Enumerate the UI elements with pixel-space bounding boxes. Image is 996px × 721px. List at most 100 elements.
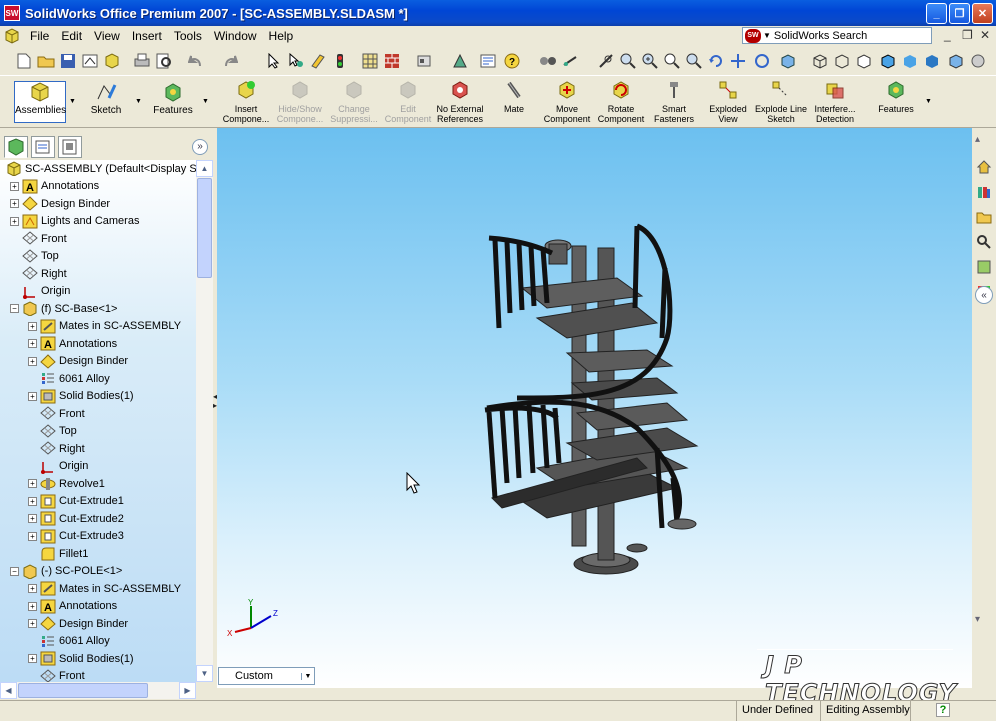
tree-item[interactable]: − (-) SC-POLE<1> [10,563,122,580]
hide-show-components-button[interactable]: Hide/Show Compone... [271,80,329,124]
expand-icon[interactable]: + [28,339,37,348]
restore-icon[interactable]: ❐ [949,3,970,24]
menu-tools[interactable]: Tools [168,29,208,43]
expand-icon[interactable]: + [10,199,19,208]
expand-icon[interactable]: + [28,496,37,506]
assembly-doc-icon[interactable] [4,28,20,44]
print-preview-icon[interactable] [154,51,174,71]
tab-features[interactable]: Features [150,81,196,123]
spiral-staircase-model[interactable] [217,128,972,688]
tree-item[interactable]: Fillet1 [28,545,88,562]
tab-sketch[interactable]: Sketch [84,81,128,123]
tree-item[interactable]: Top [28,423,77,440]
tree-item[interactable]: + Design Binder [28,615,128,632]
file-explorer-icon[interactable] [975,208,993,226]
doc-minimize-icon[interactable]: _ [944,28,951,42]
expand-icon[interactable]: + [28,619,37,628]
scroll-down-icon[interactable]: ▼ [196,665,213,682]
tree-item[interactable]: Front [28,668,85,682]
expand-icon[interactable]: + [28,391,37,401]
zoom-in-out-icon[interactable] [640,51,660,71]
view-orientation-select[interactable]: Custom ▼ [218,667,315,685]
linear-pattern-icon[interactable] [560,51,580,71]
expand-icon[interactable]: + [28,356,37,366]
tree-item[interactable]: + Cut-Extrude1 [28,493,124,510]
tab-assemblies[interactable]: Assemblies [14,81,66,123]
tree-item[interactable]: Top [10,248,59,265]
doc-restore-icon[interactable]: ❐ [962,28,973,42]
tree-item[interactable]: − (f) SC-Base<1> [10,300,117,317]
resources-icon[interactable] [450,51,470,71]
scroll-left-icon[interactable]: ◀ [0,682,17,699]
tree-item[interactable]: + A Annotations [10,178,99,195]
tree-item[interactable]: + Revolve1 [28,475,105,492]
help-question-icon[interactable]: ? [936,703,950,717]
tree-item[interactable]: + A Annotations [28,335,117,352]
expand-panel-icon[interactable]: » [192,139,208,155]
edit-component-button[interactable]: Edit Component [379,80,437,124]
no-external-references-button[interactable]: No External References [431,80,489,124]
task-pane-scroll-down-icon[interactable]: ▾ [975,614,980,625]
tree-scroll-thumb[interactable] [197,178,212,278]
features-dropdown-icon[interactable]: ▼ [202,98,209,105]
tree-item[interactable]: SC-ASSEMBLY (Default<Display Sta [6,160,196,177]
properties-icon[interactable] [478,51,498,71]
solidworks-app-icon[interactable]: SW [4,5,20,21]
tree-item[interactable]: + Solid Bodies(1) [28,650,134,667]
zoom-selection-icon[interactable] [662,51,682,71]
tree-item[interactable]: + Design Binder [10,195,110,212]
tree-item[interactable]: Right [28,440,85,457]
tree-item[interactable]: + A Annotations [28,598,117,615]
redo-icon[interactable] [220,51,240,71]
exploded-view-button[interactable]: Exploded View [699,80,757,124]
zoom-fit-icon[interactable] [596,51,616,71]
tree-item[interactable]: + Design Binder [28,353,128,370]
tree-item[interactable]: + Mates in SC-ASSEMBLY [28,580,181,597]
mate-button[interactable]: Mate [485,80,543,114]
make-drawing-icon[interactable] [80,51,100,71]
doc-close-icon[interactable]: ✕ [980,28,990,42]
rotate-view-icon[interactable] [706,51,726,71]
open-folder-icon[interactable] [36,51,56,71]
new-document-icon[interactable] [14,51,34,71]
expand-icon[interactable]: + [10,181,19,191]
graphics-area[interactable]: Y X Z [217,128,972,688]
expand-icon[interactable]: + [28,584,37,593]
tab-propertymanager[interactable] [31,136,55,158]
tree-item[interactable]: Right [10,265,67,282]
rebuild-icon[interactable] [308,51,328,71]
standard-views-icon[interactable] [778,51,798,71]
menu-help[interactable]: Help [263,29,300,43]
change-suppression-button[interactable]: Change Suppressi... [325,80,383,124]
menu-edit[interactable]: Edit [55,29,88,43]
tab-featuremanager[interactable] [4,136,28,158]
rotate-component-button[interactable]: Rotate Component [592,80,650,124]
tree-item[interactable]: + Cut-Extrude2 [28,510,124,527]
options-icon[interactable] [414,51,434,71]
hidden-lines-removed-icon[interactable] [854,51,874,71]
tree-item[interactable]: + Solid Bodies(1) [28,388,134,405]
search-icon[interactable] [975,233,993,251]
expand-icon[interactable]: + [28,321,37,331]
section-view-icon[interactable] [946,51,966,71]
traffic-light-icon[interactable] [330,51,350,71]
expand-icon[interactable]: + [10,216,19,226]
tree-item[interactable]: Origin [10,283,70,300]
tree-item[interactable]: Front [28,405,85,422]
shadows-icon[interactable] [922,51,942,71]
undo-icon[interactable] [186,51,206,71]
minimize-icon[interactable]: _ [926,3,947,24]
tree-item[interactable]: + Cut-Extrude3 [28,528,124,545]
collapse-icon[interactable]: − [10,566,19,576]
expand-icon[interactable]: + [28,531,37,541]
task-pane-scroll-up-icon[interactable]: ▴ [975,134,980,145]
help-icon[interactable]: ? [502,51,522,71]
smart-fasteners-button[interactable]: Smart Fasteners [645,80,703,124]
solidworks-search[interactable]: SW ▼ SolidWorks Search [742,27,932,44]
tree-vertical-scrollbar[interactable]: ▲ ▼ [196,160,213,682]
expand-icon[interactable]: + [28,601,37,611]
features-button-dropdown-icon[interactable]: ▼ [925,98,932,105]
wireframe-icon[interactable] [810,51,830,71]
tree-item[interactable]: 6061 Alloy [28,633,110,650]
features-button[interactable]: Features [867,80,925,114]
